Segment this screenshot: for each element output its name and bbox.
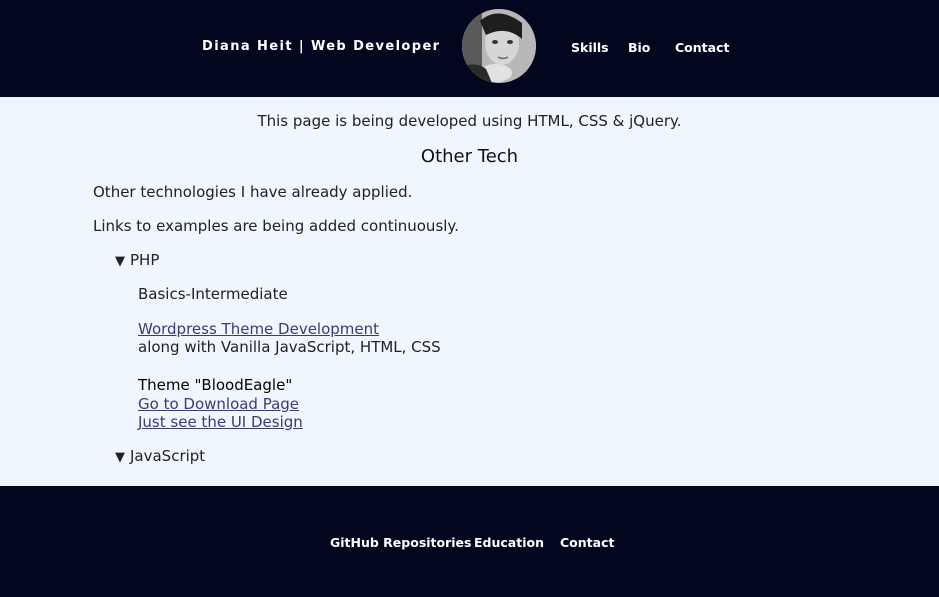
footer-contact-link[interactable]: Contact — [560, 535, 614, 550]
footer-education-link[interactable]: Education — [474, 535, 544, 550]
theme-title: Theme "BloodEagle" — [138, 376, 293, 394]
intro-text: This page is being developed using HTML,… — [257, 112, 682, 130]
summary-label: JavaScript — [130, 447, 206, 465]
note-paragraph: Links to examples are being added contin… — [93, 217, 459, 235]
footer-github-link[interactable]: GitHub Repositories — [330, 535, 471, 550]
main-content: This page is being developed using HTML,… — [0, 97, 939, 486]
download-page-link[interactable]: Go to Download Page — [138, 395, 299, 413]
site-title: Diana Heit | Web Developer — [202, 39, 441, 54]
triangle-down-icon: ▼ — [115, 254, 125, 269]
ui-design-link[interactable]: Just see the UI Design — [138, 413, 303, 431]
details-summary-php[interactable]: ▼ PHP — [115, 251, 159, 269]
nav-skills[interactable]: Skills — [571, 40, 609, 55]
site-footer: GitHub Repositories Education Contact — [0, 486, 939, 597]
wordpress-theme-link[interactable]: Wordpress Theme Development — [138, 320, 379, 338]
php-level: Basics-Intermediate — [138, 285, 288, 303]
nav-bio[interactable]: Bio — [628, 40, 650, 55]
triangle-down-icon: ▼ — [115, 450, 125, 465]
avatar — [462, 9, 536, 83]
site-header: Diana Heit | Web Developer Skills Bio Co… — [0, 0, 939, 97]
intro-paragraph: Other technologies I have already applie… — [93, 183, 413, 201]
section-title: Other Tech — [420, 146, 519, 167]
summary-label: PHP — [130, 251, 160, 269]
portrait-image — [462, 9, 536, 83]
details-summary-javascript[interactable]: ▼ JavaScript — [115, 447, 205, 465]
nav-contact[interactable]: Contact — [675, 40, 729, 55]
wordpress-note: along with Vanilla JavaScript, HTML, CSS — [138, 338, 441, 356]
